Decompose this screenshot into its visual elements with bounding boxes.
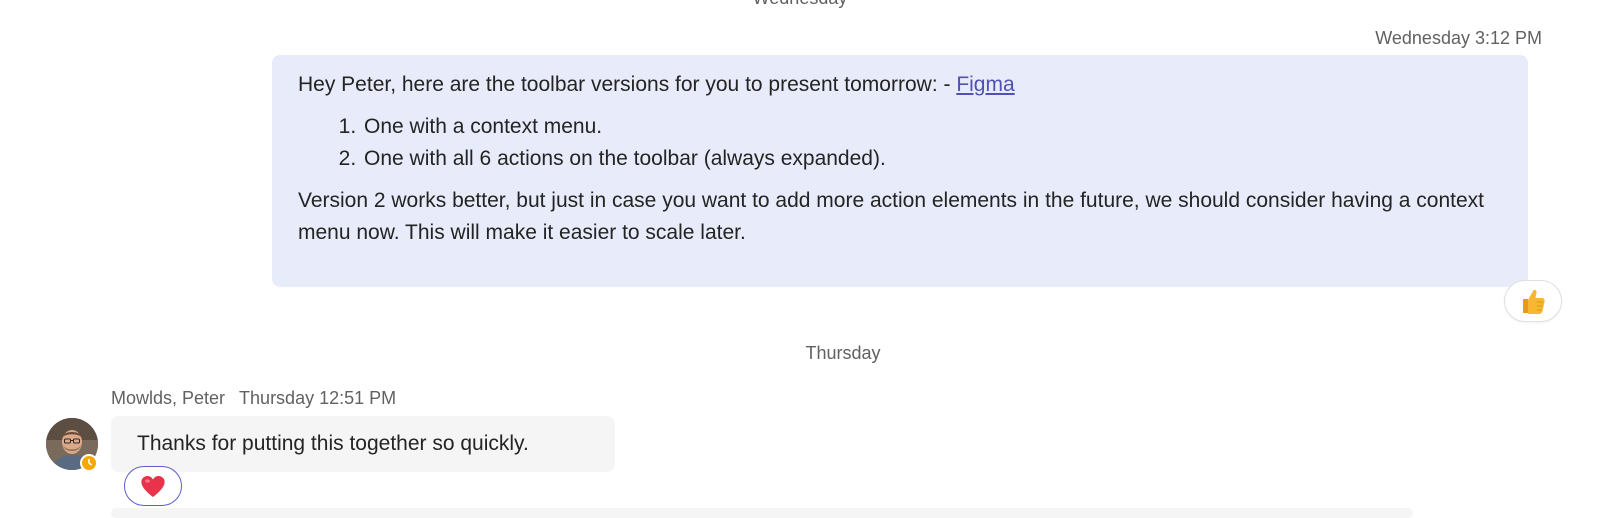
message-intro: Hey Peter, here are the toolbar versions… bbox=[298, 69, 1502, 101]
list-item: One with all 6 actions on the toolbar (a… bbox=[362, 143, 1502, 175]
incoming-message[interactable]: Thanks for putting this together so quic… bbox=[111, 416, 615, 472]
figma-link[interactable]: Figma bbox=[956, 73, 1014, 96]
message-timestamp: Wednesday 3:12 PM bbox=[1375, 28, 1542, 48]
message-intro-text: Hey Peter, here are the toolbar versions… bbox=[298, 73, 957, 96]
thumbs-up-icon bbox=[1523, 289, 1545, 314]
like-reaction[interactable] bbox=[1504, 280, 1562, 322]
message-timestamp: Thursday 12:51 PM bbox=[239, 388, 397, 408]
outgoing-message[interactable]: Hey Peter, here are the toolbar versions… bbox=[272, 55, 1528, 287]
heart-icon bbox=[141, 475, 165, 497]
date-divider-wednesday: Wednesday bbox=[0, 0, 1600, 9]
away-status-icon bbox=[80, 454, 98, 472]
sender-name: Mowlds, Peter bbox=[111, 388, 226, 408]
message-closing: Version 2 works better, but just in case… bbox=[298, 189, 1485, 244]
list-item: One with a context menu. bbox=[362, 111, 1502, 143]
next-message-partial bbox=[111, 508, 1413, 518]
heart-reaction[interactable] bbox=[124, 466, 182, 506]
message-list: One with a context menu. One with all 6 … bbox=[298, 111, 1502, 175]
message-header: Mowlds, Peter Thursday 12:51 PM bbox=[111, 388, 396, 409]
date-divider-thursday: Thursday bbox=[805, 343, 881, 363]
